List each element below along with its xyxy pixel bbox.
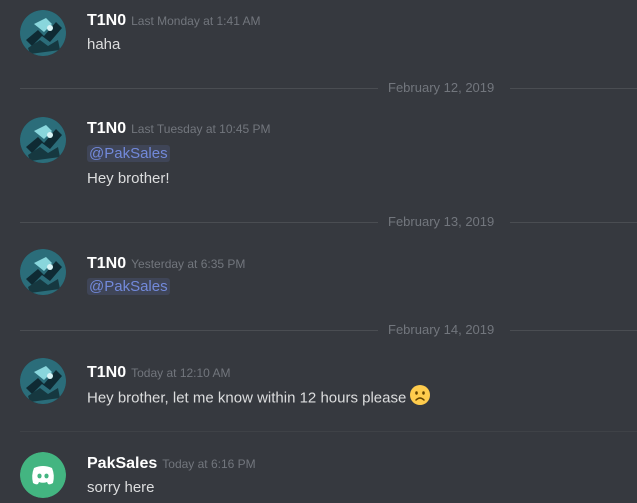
message-text-row: Hey brother, let me know within 12 hours…	[87, 384, 431, 410]
author-name[interactable]: PakSales	[87, 455, 157, 472]
user-avatar-paksales[interactable]	[20, 452, 66, 498]
user-avatar-tino[interactable]	[20, 10, 66, 56]
message-author[interactable]: T1N0 Today at 12:10 AM	[87, 364, 231, 382]
message-mention-line: @PakSales	[87, 278, 170, 295]
message-group-separator	[20, 431, 637, 432]
message-author[interactable]: T1N0 Last Monday at 1:41 AM	[87, 12, 261, 30]
message-text: sorry here	[87, 479, 155, 496]
user-avatar-tino[interactable]	[20, 249, 66, 295]
message-timestamp: Last Tuesday at 10:45 PM	[131, 122, 271, 136]
date-divider-label: February 12, 2019	[388, 80, 495, 95]
message-author[interactable]: PakSales Today at 6:16 PM	[87, 455, 256, 473]
date-divider: February 12, 2019	[0, 81, 637, 95]
date-divider: February 14, 2019	[0, 323, 637, 337]
frowning-face-icon	[409, 384, 431, 410]
date-divider-label: February 13, 2019	[388, 214, 495, 229]
message-author[interactable]: T1N0 Yesterday at 6:35 PM	[87, 255, 245, 273]
user-mention[interactable]: @PakSales	[87, 145, 170, 162]
author-name[interactable]: T1N0	[87, 12, 126, 29]
user-avatar-tino[interactable]	[20, 117, 66, 163]
message-timestamp: Last Monday at 1:41 AM	[131, 14, 261, 28]
author-name[interactable]: T1N0	[87, 120, 126, 137]
date-divider-label: February 14, 2019	[388, 322, 495, 337]
message-text: Hey brother!	[87, 170, 170, 187]
message-text: haha	[87, 36, 121, 53]
message-timestamp: Yesterday at 6:35 PM	[131, 257, 246, 271]
message-text: Hey brother, let me know within 12 hours…	[87, 389, 407, 407]
author-name[interactable]: T1N0	[87, 364, 126, 381]
user-mention[interactable]: @PakSales	[87, 278, 170, 295]
message-timestamp: Today at 6:16 PM	[162, 457, 256, 471]
user-avatar-tino[interactable]	[20, 358, 66, 404]
author-name[interactable]: T1N0	[87, 255, 126, 272]
message-timestamp: Today at 12:10 AM	[131, 366, 231, 380]
date-divider: February 13, 2019	[0, 215, 637, 229]
message-mention-line: @PakSales	[87, 145, 170, 162]
message-author[interactable]: T1N0 Last Tuesday at 10:45 PM	[87, 120, 271, 138]
